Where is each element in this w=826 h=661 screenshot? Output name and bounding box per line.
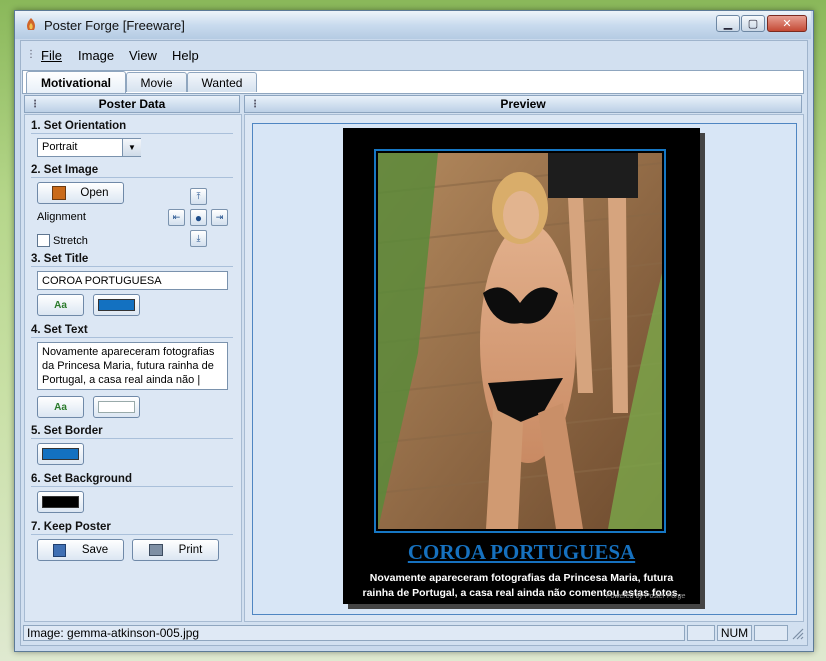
background-color-swatch [42,496,79,508]
font-icon: Aa [54,401,67,413]
stretch-checkbox[interactable] [37,234,50,247]
powered-by-watermark: Powered by Poster Forge [606,593,686,600]
status-cell-empty [754,625,788,641]
align-right-icon[interactable]: ⇥ [211,209,228,226]
divider [31,177,233,178]
menu-grip-icon: ⋮ [26,49,36,60]
text-input-value: Novamente apareceram fotografias da Prin… [42,346,215,386]
status-cell-empty [687,625,715,641]
section-border: 5. Set Border [31,425,103,437]
menu-file[interactable]: File [41,48,62,63]
poster-data-header: ⋮ Poster Data [24,95,240,113]
align-bottom-icon[interactable]: ⤓ [190,230,207,247]
title-color-button[interactable] [93,294,140,316]
save-label: Save [81,544,109,556]
maximize-button[interactable]: ▢ [741,15,765,32]
section-background: 6. Set Background [31,473,132,485]
chevron-down-icon[interactable]: ▼ [122,139,141,156]
divider [31,438,233,439]
panel-grip-icon: ⋮ [30,98,40,110]
open-label: Open [80,187,109,199]
title-input-value: COROA PORTUGUESA [42,275,162,287]
background-color-button[interactable] [37,491,84,513]
poster-title: COROA PORTUGUESA [407,540,636,564]
tab-wanted[interactable]: Wanted [187,72,257,92]
status-num: NUM [717,625,752,641]
divider [31,266,233,267]
title-color-swatch [98,299,135,311]
section-image: 2. Set Image [31,164,99,176]
status-image-file: Image: gemma-atkinson-005.jpg [23,625,685,641]
section-title: 3. Set Title [31,253,89,265]
poster-border [374,149,666,533]
stretch-label: Stretch [53,235,88,247]
menu-help[interactable]: Help [172,48,199,63]
text-font-button[interactable]: Aa [37,396,84,418]
section-text: 4. Set Text [31,324,88,336]
divider [31,486,233,487]
font-icon: Aa [54,299,67,311]
poster-data-title: Poster Data [98,97,166,111]
window-title: Poster Forge [Freeware] [44,18,185,33]
open-image-button[interactable]: Open [37,182,124,204]
image-file-icon [52,186,67,200]
align-top-icon[interactable]: ⤒ [190,188,207,205]
resize-grip-icon[interactable] [790,626,804,640]
preview-header: ⋮ Preview [244,95,802,113]
divider [31,534,233,535]
print-button[interactable]: Print [132,539,219,561]
text-color-button[interactable] [93,396,140,418]
menu-view[interactable]: View [129,48,157,63]
section-keep: 7. Keep Poster [31,521,111,533]
align-left-icon[interactable]: ⇤ [168,209,185,226]
tab-movie[interactable]: Movie [126,72,187,92]
align-center-icon[interactable]: ● [190,209,207,226]
section-orientation: 1. Set Orientation [31,120,127,132]
minimize-button[interactable]: ▁ [716,15,740,32]
save-button[interactable]: Save [37,539,124,561]
panel-grip-icon: ⋮ [250,98,260,110]
preview-title: Preview [500,97,546,111]
alignment-label: Alignment [37,211,86,223]
menu-image[interactable]: Image [78,48,114,63]
close-button[interactable]: ✕ [767,15,807,32]
tab-motivational[interactable]: Motivational [26,71,126,93]
border-color-swatch [42,448,79,460]
app-logo-icon [24,17,38,33]
printer-icon [148,544,163,556]
divider [31,133,233,134]
floppy-disk-icon [52,543,66,557]
print-label: Print [178,544,203,556]
divider [31,337,233,338]
orientation-value: Portrait [42,141,78,153]
text-color-swatch [98,401,135,413]
title-font-button[interactable]: Aa [37,294,84,316]
border-color-button[interactable] [37,443,84,465]
